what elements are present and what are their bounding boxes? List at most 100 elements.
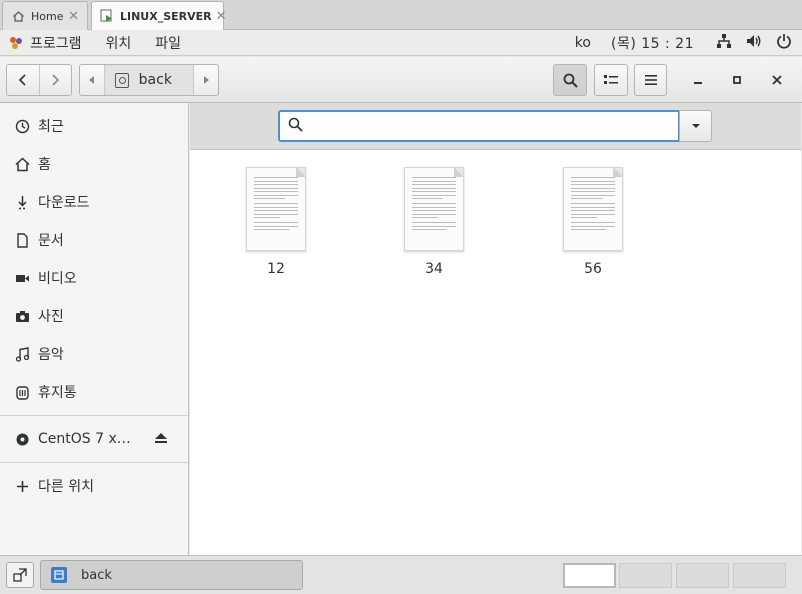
text-document-icon <box>246 167 306 251</box>
path-scroll-left[interactable] <box>80 65 104 95</box>
path-crumb-label: back <box>138 72 172 88</box>
workspace-2[interactable] <box>619 563 672 588</box>
forward-button[interactable] <box>38 65 71 95</box>
camera-icon <box>14 308 30 324</box>
close-icon[interactable]: ✕ <box>68 9 79 24</box>
minimize-button[interactable] <box>688 71 708 89</box>
search-bar <box>190 103 801 150</box>
menu-places[interactable]: 위치 <box>106 33 132 53</box>
volume-icon[interactable] <box>746 33 762 53</box>
sidebar-item-label: CentOS 7 x… <box>38 431 131 447</box>
sidebar-item-label: 다운로드 <box>38 195 90 211</box>
menu-files[interactable]: 파일 <box>155 33 181 53</box>
tab-linux-server[interactable]: LINUX_SERVER ✕ <box>91 1 227 30</box>
header-bar: back <box>0 57 802 103</box>
menu-button[interactable] <box>634 64 667 96</box>
vm-icon <box>100 9 114 23</box>
search-input[interactable] <box>309 118 669 134</box>
network-icon[interactable] <box>716 33 732 53</box>
sidebar-item-label: 사진 <box>38 309 64 325</box>
path-bar: back <box>79 64 219 96</box>
sidebar-item-documents[interactable]: 문서 <box>0 223 188 257</box>
sidebar-item-other-locations[interactable]: 다른 위치 <box>0 469 188 503</box>
maximize-icon <box>733 76 741 84</box>
close-icon <box>772 75 782 85</box>
close-button[interactable] <box>767 71 787 89</box>
top-panel: 프로그램 위치 파일 ko (목) 15 : 21 <box>0 30 802 56</box>
sidebar-item-label: 문서 <box>38 233 64 249</box>
sidebar-item-label: 음악 <box>38 347 64 363</box>
home-icon <box>14 156 30 172</box>
sidebar-item-videos[interactable]: 비디오 <box>0 261 188 295</box>
music-icon <box>14 346 30 362</box>
hamburger-icon <box>644 75 657 85</box>
file-item[interactable]: 12 <box>231 167 321 287</box>
tab-home[interactable]: Home ✕ <box>2 1 88 30</box>
file-manager-icon <box>51 567 67 583</box>
sidebar-item-pictures[interactable]: 사진 <box>0 299 188 333</box>
chevron-down-icon <box>691 124 700 128</box>
sidebar-item-home[interactable]: 홈 <box>0 147 188 181</box>
file-name: 34 <box>425 261 443 277</box>
search-options-button[interactable] <box>679 110 712 142</box>
clock[interactable]: (목) 15 : 21 <box>611 33 694 53</box>
power-icon[interactable] <box>776 33 792 53</box>
sidebar-item-downloads[interactable]: 다운로드 <box>0 185 188 219</box>
close-icon[interactable]: ✕ <box>216 9 227 24</box>
maximize-button[interactable] <box>727 71 747 89</box>
recent-icon <box>14 118 30 134</box>
workspace-1[interactable] <box>563 563 616 588</box>
sidebar-item-recent[interactable]: 최근 <box>0 109 188 143</box>
sidebar-item-label: 다른 위치 <box>38 479 94 495</box>
triangle-left-icon <box>88 76 94 84</box>
sidebar-item-music[interactable]: 음악 <box>0 337 188 371</box>
workspace-4[interactable] <box>733 563 786 588</box>
chevron-right-icon <box>52 74 60 86</box>
tab-label: LINUX_SERVER <box>120 9 212 23</box>
sidebar-item-centos-disc[interactable]: CentOS 7 x… <box>0 422 188 456</box>
trash-icon <box>14 384 30 400</box>
input-method-indicator[interactable]: ko <box>575 35 591 51</box>
taskbar-window-back[interactable]: back <box>40 560 303 590</box>
minimize-icon <box>694 82 702 84</box>
video-icon <box>14 270 30 286</box>
path-crumb-back[interactable]: back <box>103 65 195 95</box>
document-icon <box>14 232 30 248</box>
eject-icon[interactable] <box>154 432 168 448</box>
search-field[interactable] <box>278 110 680 142</box>
list-view-icon <box>604 75 618 84</box>
sidebar-item-label: 최근 <box>38 119 64 135</box>
file-item[interactable]: 34 <box>389 167 479 287</box>
triangle-right-icon <box>204 76 210 84</box>
disc-icon <box>14 431 30 447</box>
search-icon <box>288 117 303 136</box>
menu-programs[interactable]: 프로그램 <box>30 33 82 53</box>
sidebar-separator <box>0 415 188 416</box>
sidebar: 최근 홈 다운로드 문서 비디오 사진 음악 휴지통 CentOS 7 x… 다… <box>0 103 189 555</box>
sidebar-separator <box>0 462 188 463</box>
search-toggle-button[interactable] <box>553 64 587 96</box>
view-toggle-button[interactable] <box>594 64 628 96</box>
sidebar-item-label: 홈 <box>38 157 51 173</box>
show-desktop-button[interactable] <box>6 562 34 588</box>
file-name: 56 <box>584 261 602 277</box>
back-button[interactable] <box>7 65 39 95</box>
tab-label: Home <box>31 9 64 23</box>
path-scroll-right[interactable] <box>194 65 218 95</box>
taskbar-window-label: back <box>81 567 112 583</box>
sidebar-item-trash[interactable]: 휴지통 <box>0 375 188 409</box>
workspace-3[interactable] <box>676 563 729 588</box>
download-icon <box>14 194 30 210</box>
file-item[interactable]: 56 <box>548 167 638 287</box>
sidebar-item-label: 휴지통 <box>38 385 77 401</box>
apps-icon[interactable] <box>8 35 24 51</box>
file-view: 12 34 56 <box>190 103 801 555</box>
tab-strip: Home ✕ LINUX_SERVER ✕ <box>0 0 802 30</box>
text-document-icon <box>563 167 623 251</box>
plus-icon <box>14 478 30 494</box>
sidebar-item-label: 비디오 <box>38 271 77 287</box>
home-icon <box>11 9 25 23</box>
show-desktop-icon <box>13 568 27 582</box>
taskbar: back <box>0 555 802 594</box>
file-name: 12 <box>267 261 285 277</box>
